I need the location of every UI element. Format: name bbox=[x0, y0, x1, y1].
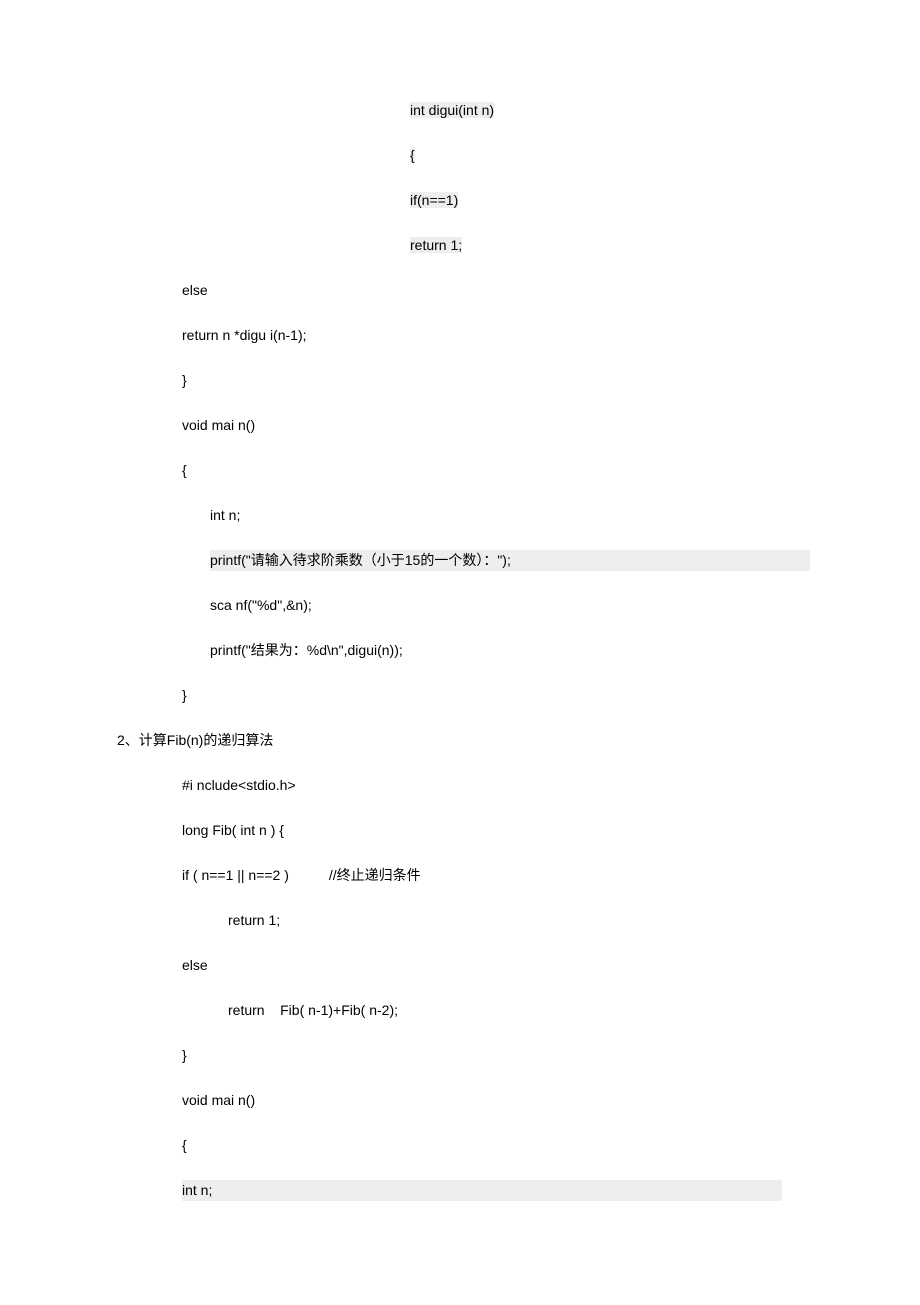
code-line: return 1; bbox=[0, 235, 920, 256]
code-line: int n; bbox=[0, 505, 920, 526]
code-line: else bbox=[0, 955, 920, 976]
code-line: return n *digu i(n-1); bbox=[0, 325, 920, 346]
code-line: sca nf("%d",&n); bbox=[0, 595, 920, 616]
code-line: if ( n==1 || n==2 ) //终止递归条件 bbox=[0, 865, 920, 886]
heading-text: 2、计算Fib(n)的递归算法 bbox=[117, 732, 273, 748]
code-text: int digui(int n) bbox=[410, 102, 494, 118]
code-text: { bbox=[410, 147, 415, 163]
code-text: if ( n==1 || n==2 ) bbox=[182, 867, 289, 883]
code-text: } bbox=[182, 372, 187, 388]
code-line: { bbox=[0, 145, 920, 166]
code-line: #i nclude<stdio.h> bbox=[0, 775, 920, 796]
code-line: void mai n() bbox=[0, 1090, 920, 1111]
code-line: { bbox=[0, 1135, 920, 1156]
code-text: if(n==1) bbox=[410, 192, 458, 208]
code-text: } bbox=[182, 687, 187, 703]
code-line: if(n==1) bbox=[0, 190, 920, 211]
code-line: } bbox=[0, 370, 920, 391]
code-line: printf("请输入待求阶乘数（小于15的一个数）："); bbox=[0, 550, 920, 571]
code-line: printf("结果为：%d\n",digui(n)); bbox=[0, 640, 920, 661]
code-text: else bbox=[182, 957, 208, 973]
document-page: int digui(int n) { if(n==1) return 1; el… bbox=[0, 0, 920, 1305]
code-text: { bbox=[182, 1137, 187, 1153]
code-text: return 1; bbox=[228, 912, 280, 928]
code-text: return 1; bbox=[410, 237, 462, 253]
code-text: return n *digu i(n-1); bbox=[182, 327, 307, 343]
code-line: return 1; bbox=[0, 910, 920, 931]
code-text: else bbox=[182, 282, 208, 298]
code-text: } bbox=[182, 1047, 187, 1063]
code-comment: //终止递归条件 bbox=[329, 867, 421, 883]
code-line: } bbox=[0, 1045, 920, 1066]
code-text: #i nclude<stdio.h> bbox=[182, 777, 296, 793]
code-line: { bbox=[0, 460, 920, 481]
code-text: sca nf("%d",&n); bbox=[210, 597, 312, 613]
code-line: long Fib( int n ) { bbox=[0, 820, 920, 841]
code-text: void mai n() bbox=[182, 1092, 255, 1108]
code-text: { bbox=[182, 462, 187, 478]
code-line: else bbox=[0, 280, 920, 301]
code-line: return Fib( n-1)+Fib( n-2); bbox=[0, 1000, 920, 1021]
code-text: printf("请输入待求阶乘数（小于15的一个数）："); bbox=[210, 550, 810, 571]
code-line: int n; bbox=[0, 1180, 920, 1201]
code-line: void mai n() bbox=[0, 415, 920, 436]
code-text: int n; bbox=[210, 507, 240, 523]
code-text: return Fib( n-1)+Fib( n-2); bbox=[228, 1002, 398, 1018]
code-text: void mai n() bbox=[182, 417, 255, 433]
code-text: long Fib( int n ) { bbox=[182, 822, 284, 838]
section-heading: 2、计算Fib(n)的递归算法 bbox=[0, 730, 920, 751]
code-text: printf("结果为：%d\n",digui(n)); bbox=[210, 642, 403, 658]
code-line: } bbox=[0, 685, 920, 706]
code-text: int n; bbox=[182, 1180, 782, 1201]
code-line: int digui(int n) bbox=[0, 100, 920, 121]
